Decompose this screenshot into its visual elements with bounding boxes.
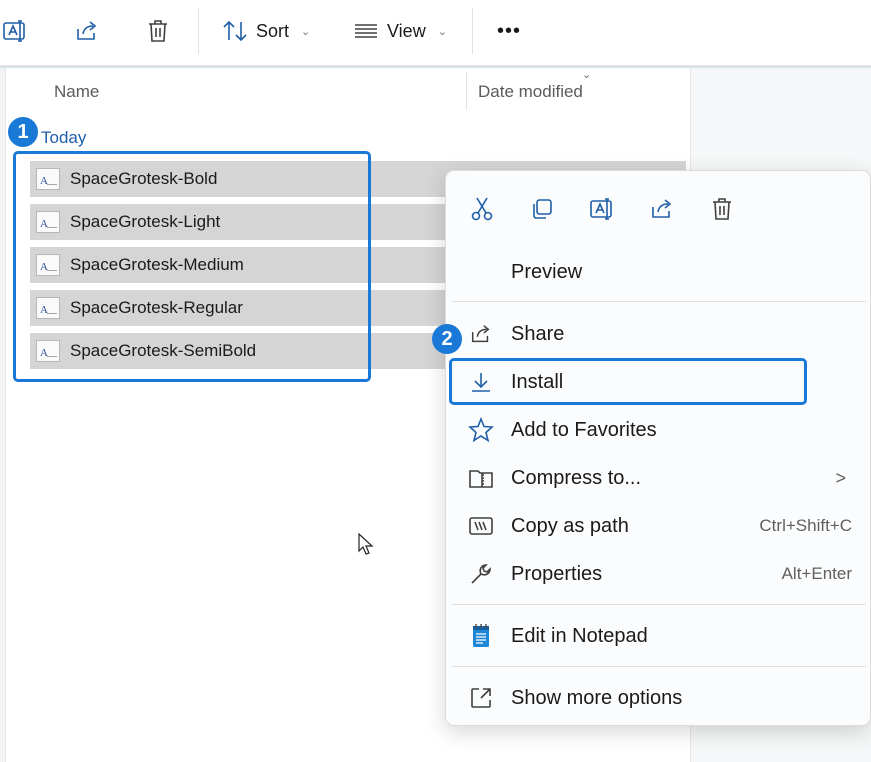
share-icon <box>77 21 97 40</box>
more-options-button[interactable]: ••• <box>497 14 521 48</box>
menu-divider <box>452 301 866 302</box>
mouse-cursor-icon <box>358 533 374 555</box>
command-bar: Sort ⌄ View ⌄ ••• <box>0 0 871 66</box>
list-view-icon <box>355 24 377 38</box>
sort-icon <box>223 20 247 42</box>
menu-item-label: Preview <box>511 260 583 283</box>
wrench-icon <box>468 562 494 586</box>
notepad-icon <box>468 624 494 648</box>
menu-item-label: Edit in Notepad <box>511 624 648 647</box>
sort-direction-icon: ⌄ <box>582 69 592 81</box>
context-menu: Preview Share Install Add to Favorites C… <box>445 170 871 726</box>
view-button[interactable]: View ⌄ <box>353 14 447 48</box>
menu-item-edit-in-notepad[interactable]: Edit in Notepad <box>452 614 866 658</box>
toolbar-divider <box>472 8 473 54</box>
copy-button[interactable] <box>526 193 558 225</box>
cut-button[interactable] <box>466 193 498 225</box>
quick-actions-row <box>446 185 870 233</box>
share-button[interactable] <box>646 193 678 225</box>
copy-icon <box>533 199 552 219</box>
delete-icon <box>149 20 167 42</box>
delete-icon <box>713 198 731 220</box>
column-header-name[interactable]: Name <box>54 82 99 102</box>
chevron-right-icon: > <box>835 467 846 488</box>
path-icon <box>468 514 494 538</box>
zip-folder-icon <box>468 466 494 490</box>
menu-item-label: Properties <box>511 562 603 585</box>
shortcut-text: Ctrl+Shift+C <box>759 516 852 535</box>
more-icon: ••• <box>497 19 522 42</box>
menu-item-preview[interactable]: Preview <box>452 250 866 294</box>
expand-icon <box>468 686 494 710</box>
rename-icon <box>590 198 612 220</box>
menu-item-properties[interactable]: Properties Alt+Enter <box>452 552 866 596</box>
rename-button[interactable] <box>2 14 28 48</box>
delete-button[interactable] <box>146 14 170 48</box>
column-divider[interactable] <box>466 72 467 110</box>
menu-item-label: Show more options <box>511 686 683 709</box>
rename-icon <box>3 20 25 42</box>
menu-item-compress-to[interactable]: Compress to... > <box>452 456 866 500</box>
delete-button[interactable] <box>706 193 738 225</box>
sort-button[interactable]: Sort ⌄ <box>222 14 310 48</box>
star-icon <box>468 417 494 443</box>
rename-button[interactable] <box>586 193 618 225</box>
cut-icon <box>471 197 493 221</box>
view-label: View <box>387 20 426 41</box>
step-badge-1: 1 <box>8 117 38 147</box>
shortcut-text: Alt+Enter <box>781 564 852 583</box>
menu-divider <box>452 666 866 667</box>
toolbar-divider <box>198 8 199 54</box>
group-header-today[interactable]: Today <box>41 128 86 148</box>
column-header-date-modified[interactable]: Date modified <box>478 82 583 102</box>
share-icon <box>468 322 494 346</box>
chevron-down-icon: ⌄ <box>437 25 447 38</box>
menu-item-copy-as-path[interactable]: Copy as path Ctrl+Shift+C <box>452 504 866 548</box>
navigation-pane-edge <box>0 68 6 762</box>
menu-item-label: Share <box>511 322 565 345</box>
share-icon <box>652 199 672 218</box>
menu-divider <box>452 604 866 605</box>
selection-highlight-box <box>13 151 371 382</box>
chevron-down-icon: ⌄ <box>301 25 311 38</box>
install-highlight-box <box>449 358 807 405</box>
menu-item-label: Copy as path <box>511 514 629 537</box>
sort-label: Sort <box>256 20 290 41</box>
menu-item-label: Compress to... <box>511 466 642 489</box>
step-badge-2: 2 <box>432 324 462 354</box>
menu-item-label: Add to Favorites <box>511 418 657 441</box>
share-button[interactable] <box>74 14 100 48</box>
menu-item-add-to-favorites[interactable]: Add to Favorites <box>452 408 866 452</box>
menu-item-show-more-options[interactable]: Show more options <box>452 676 866 720</box>
menu-item-share[interactable]: Share <box>452 312 866 356</box>
